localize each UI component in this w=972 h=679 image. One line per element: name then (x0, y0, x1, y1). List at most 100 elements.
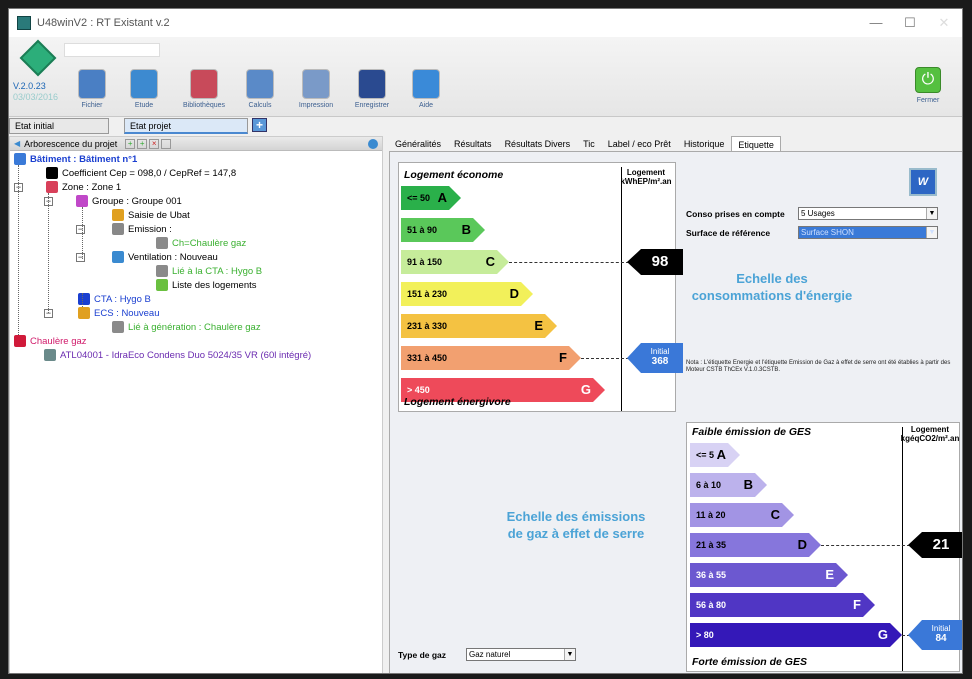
expand-toggle[interactable]: − (76, 225, 85, 234)
toolbar-button-aide[interactable]: Aide (401, 69, 451, 109)
save-icon (358, 69, 386, 99)
ghg-class-letter: A (716, 447, 726, 462)
tree-add-icon[interactable]: + (125, 138, 136, 149)
tab-etat-projet[interactable]: Etat projet (124, 118, 248, 134)
tree-item[interactable]: Ventilation : Nouveau (112, 251, 218, 263)
minimize-button[interactable]: — (862, 13, 890, 33)
tree-item[interactable]: Chaulère gaz (14, 335, 87, 347)
tab-label-eco-pr-t[interactable]: Label / eco Prêt (602, 136, 678, 152)
window-title: U48winV2 : RT Existant v.2 (37, 17, 170, 29)
tree-item[interactable]: Bâtiment : Bâtiment n°1 (14, 153, 137, 165)
tree-delete-icon[interactable]: × (149, 138, 160, 149)
toolbar-button-enregistrer[interactable]: Enregistrer (347, 69, 397, 109)
tab-r-sultats[interactable]: Résultats (448, 136, 499, 152)
collapse-arrow-icon[interactable]: ◀ (14, 137, 20, 151)
tab-r-sultats-divers[interactable]: Résultats Divers (499, 136, 578, 152)
tree-item[interactable]: Ch=Chaulère gaz (156, 237, 246, 249)
link-icon (156, 237, 168, 249)
tree-item[interactable]: Lié à la CTA : Hygo B (156, 265, 262, 277)
toolbar-button-label: Bibliothèques (182, 102, 226, 109)
tree-item[interactable]: Lié à génération : Chaulère gaz (112, 321, 261, 333)
ghg-class-letter: C (770, 507, 780, 522)
energy-class-letter: G (580, 382, 591, 397)
close-app-button[interactable]: ⏻ Fermer (908, 67, 948, 104)
tree-item-label: Ventilation : Nouveau (128, 251, 218, 263)
ghg-unit-title: Logement (910, 425, 950, 434)
toolbar-button-label: Impression (298, 102, 334, 109)
info-icon[interactable] (368, 139, 378, 149)
maximize-button[interactable]: ☐ (896, 13, 924, 33)
emission-icon (112, 223, 124, 235)
tree-item[interactable]: Liste des logements (156, 279, 257, 291)
tree-item[interactable]: Emission : (112, 223, 172, 235)
ghg-class-range: > 80 (696, 630, 714, 640)
ghg-class-c: 11 à 20 C (690, 503, 794, 527)
tree-item-label: Lié à la CTA : Hygo B (172, 265, 263, 277)
tree-item[interactable]: Groupe : Groupe 001 (76, 195, 182, 207)
surface-select[interactable]: Surface SHON ▼ (798, 226, 938, 239)
product-icon (44, 349, 56, 361)
tree-item[interactable]: CTA : Hygo B (78, 293, 151, 305)
ghg-class-f: 56 à 80 F (690, 593, 875, 617)
energy-class-range: <= 50 (407, 193, 431, 203)
expand-toggle[interactable]: − (76, 253, 85, 262)
coefficient-icon (46, 167, 58, 179)
close-window-button[interactable]: ✕ (930, 13, 958, 33)
tab-etat-initial[interactable]: Etat initial (9, 118, 109, 134)
building-icon (14, 153, 26, 165)
word-export-icon[interactable]: W (909, 168, 937, 196)
toolbar-button-impression[interactable]: Impression (291, 69, 341, 109)
tree-copy-icon[interactable] (161, 138, 172, 149)
energy-class-f: 331 à 450 F (401, 346, 581, 370)
tree-item-label: Ch=Chaulère gaz (172, 237, 247, 249)
nota-text: Nota : L'étiquette Energie et l'étiquett… (686, 360, 951, 373)
gas-type-select[interactable]: Gaz naturel ▼ (466, 648, 576, 661)
energy-value-leader (509, 262, 629, 263)
toolbar: V.2.0.23 03/03/2016 Fichier Etude Biblioth… (9, 37, 962, 117)
path-field[interactable] (64, 43, 160, 57)
ghg-value-leader (821, 545, 910, 546)
tree-add-child-icon[interactable]: + (137, 138, 148, 149)
add-state-button[interactable]: + (252, 118, 267, 132)
energy-class-letter: B (461, 222, 471, 237)
ghg-class-d: 21 à 35 D (690, 533, 821, 557)
tree-connector (18, 165, 19, 335)
ghg-label: Faible émission de GES Logement kgéqCO2/… (686, 422, 962, 672)
tab-historique[interactable]: Historique (678, 136, 732, 152)
toolbar-button-fichier[interactable]: Fichier (67, 69, 117, 109)
link-icon (112, 321, 124, 333)
tab-g-n-ralit-s[interactable]: Généralités (389, 136, 448, 152)
surface-label: Surface de référence (686, 228, 771, 238)
fichier-icon (78, 69, 106, 99)
tree-item-label: Zone : Zone 1 (62, 181, 122, 193)
energy-value: 98 (651, 253, 669, 270)
tab-etiquette[interactable]: Etiquette (731, 136, 781, 152)
tree-item-label: ECS : Nouveau (94, 307, 160, 319)
energy-class-letter: A (437, 190, 447, 205)
toolbar-button-calculs[interactable]: Calculs (235, 69, 285, 109)
ghg-class-range: 21 à 35 (696, 540, 727, 550)
ghg-class-g: > 80 G (690, 623, 902, 647)
toolbar-button-etude[interactable]: Etude (119, 69, 169, 109)
surface-value: Surface SHON (801, 228, 854, 237)
tree-item[interactable]: ECS : Nouveau (78, 307, 159, 319)
ubat-icon (112, 209, 124, 221)
conso-select[interactable]: 5 Usages ▼ (798, 207, 938, 220)
tab-tic[interactable]: Tic (577, 136, 602, 152)
energy-initial-value: 368 (651, 356, 669, 367)
energy-class-letter: D (509, 286, 519, 301)
toolbar-button-label: Enregistrer (354, 102, 390, 109)
tree-item[interactable]: Coefficient Cep = 098,0 / CepRef = 147,8 (46, 167, 236, 179)
ghg-class-letter: B (743, 477, 753, 492)
tree-item[interactable]: Zone : Zone 1 (46, 181, 121, 193)
link-icon (156, 265, 168, 277)
list-icon (156, 279, 168, 291)
chevron-down-icon: ▼ (926, 227, 937, 238)
tree-item[interactable]: Saisie de Ubat (112, 209, 190, 221)
ghg-bottom-label: Forte émission de GES (692, 656, 807, 668)
toolbar-button-bibliothèques[interactable]: Bibliothèques (179, 69, 229, 109)
tree-item-label: Lié à génération : Chaulère gaz (128, 321, 261, 333)
energy-unit: Logement kWhEP/m².an (617, 168, 675, 186)
tree-header: ◀ Arborescence du projet + + × (10, 137, 382, 151)
tree-item[interactable]: ATL04001 - IdraEco Condens Duo 5024/35 V… (44, 349, 311, 361)
